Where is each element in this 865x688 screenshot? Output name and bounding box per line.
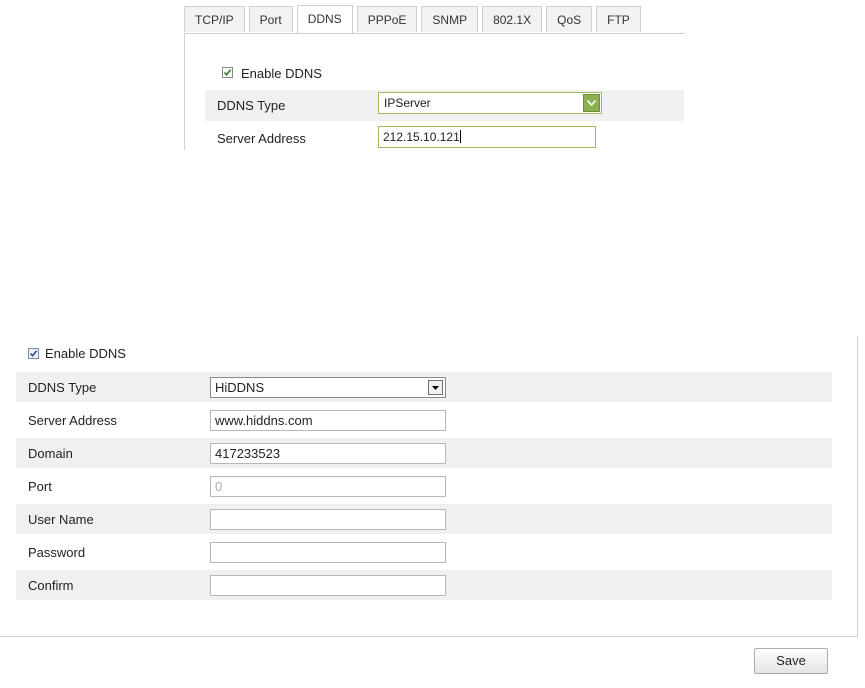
user-name-label: User Name	[28, 512, 94, 527]
enable-ddns-label: Enable DDNS	[45, 346, 126, 361]
tab-ftp[interactable]: FTP	[596, 6, 641, 32]
ddns-type-value: HiDDNS	[215, 380, 265, 395]
server-address-label: Server Address	[28, 413, 117, 428]
tab-ddns[interactable]: DDNS	[296, 5, 353, 33]
dropdown-button[interactable]	[428, 380, 443, 395]
tab-tcpip[interactable]: TCP/IP	[184, 6, 245, 32]
ddns-type-label: DDNS Type	[28, 380, 97, 395]
ddns-type-select[interactable]: HiDDNS	[210, 377, 446, 398]
ddns-type-row: DDNS Type HiDDNS	[16, 372, 832, 402]
domain-input[interactable]: 417233523	[210, 443, 446, 464]
server-address-row: Server Address www.hiddns.com	[16, 405, 832, 435]
confirm-input[interactable]	[210, 575, 446, 596]
user-name-row: User Name	[16, 504, 832, 534]
tab-pppoe[interactable]: PPPoE	[356, 6, 418, 32]
checkmark-icon	[223, 69, 232, 77]
tab-qos[interactable]: QoS	[546, 6, 593, 32]
server-address-value: 212.15.10.121	[383, 130, 460, 144]
dropdown-button[interactable]	[583, 94, 600, 112]
tab-8021x[interactable]: 802.1X	[482, 6, 543, 32]
panel-border-right	[857, 336, 858, 636]
domain-row: Domain 417233523	[16, 438, 832, 468]
confirm-row: Confirm	[16, 570, 832, 600]
domain-label: Domain	[28, 446, 73, 461]
server-address-label: Server Address	[217, 131, 306, 146]
chevron-down-icon	[587, 100, 596, 106]
text-caret	[459, 130, 461, 143]
panel-border-bottom	[0, 636, 858, 637]
server-address-row: Server Address 212.15.10.121	[205, 123, 684, 150]
port-label: Port	[28, 479, 52, 494]
ddns-type-value: IPServer	[384, 96, 431, 110]
password-row: Password	[16, 537, 832, 567]
tab-divider	[184, 33, 685, 34]
enable-ddns-checkbox[interactable]	[222, 67, 233, 78]
tab-snmp[interactable]: SNMP	[421, 6, 479, 32]
ddns-settings-top-panel: TCP/IP Port DDNS PPPoE SNMP 802.1X QoS F…	[0, 0, 865, 160]
chevron-down-icon	[432, 386, 439, 390]
save-button[interactable]: Save	[754, 648, 828, 674]
confirm-label: Confirm	[28, 578, 74, 593]
enable-ddns-label: Enable DDNS	[241, 66, 322, 81]
network-tabs: TCP/IP Port DDNS PPPoE SNMP 802.1X QoS F…	[184, 5, 645, 34]
port-row: Port 0	[16, 471, 832, 501]
ddns-type-row: DDNS Type IPServer	[205, 90, 684, 121]
enable-ddns-checkbox[interactable]	[28, 348, 39, 359]
password-input[interactable]	[210, 542, 446, 563]
server-address-input[interactable]: 212.15.10.121	[378, 126, 596, 148]
tab-port[interactable]: Port	[248, 6, 293, 32]
ddns-settings-bottom-panel: Enable DDNS DDNS Type HiDDNS Server Addr…	[0, 336, 865, 688]
server-address-input[interactable]: www.hiddns.com	[210, 410, 446, 431]
password-label: Password	[28, 545, 86, 560]
ddns-type-select[interactable]: IPServer	[378, 92, 602, 114]
ddns-type-label: DDNS Type	[217, 98, 286, 113]
user-name-input[interactable]	[210, 509, 446, 530]
checkmark-icon	[29, 350, 38, 358]
panel-border	[184, 34, 185, 150]
port-input[interactable]: 0	[210, 476, 446, 497]
